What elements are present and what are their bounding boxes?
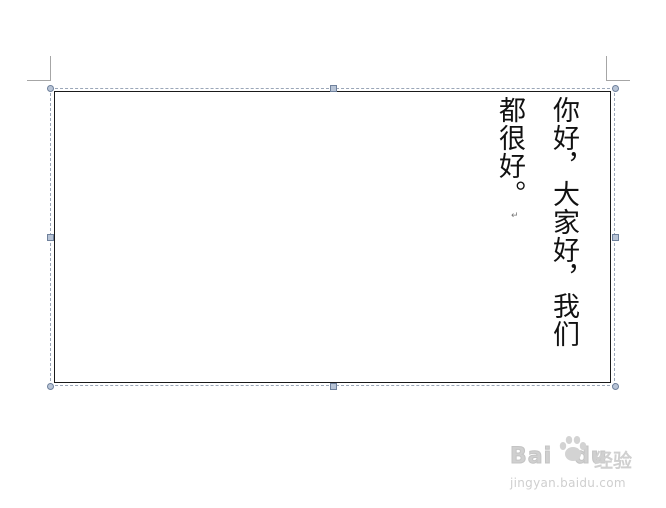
resize-handle-top-right[interactable]: [612, 85, 619, 92]
text-line-2: 都很好。: [494, 96, 525, 208]
watermark-url: jingyan.baidu.com: [510, 476, 626, 490]
crop-mark-top-right-vertical: [606, 56, 607, 81]
crop-mark-top-left-horizontal: [27, 80, 51, 81]
resize-handle-top[interactable]: [330, 85, 337, 92]
vertical-text-box[interactable]: 你好，大家好，我们 都很好。 ↵: [54, 91, 611, 383]
text-box-content[interactable]: 你好，大家好，我们 都很好。: [482, 96, 590, 372]
resize-handle-bottom[interactable]: [330, 383, 337, 390]
resize-handle-left[interactable]: [47, 234, 54, 241]
crop-mark-top-right-horizontal: [606, 80, 630, 81]
resize-handle-right[interactable]: [612, 234, 619, 241]
resize-handle-bottom-right[interactable]: [612, 383, 619, 390]
resize-handle-top-left[interactable]: [47, 85, 54, 92]
resize-handle-bottom-left[interactable]: [47, 383, 54, 390]
paragraph-mark-icon: ↵: [511, 211, 519, 221]
baidu-jingyan-watermark: Bai du 经验 jingyan.baidu.com: [506, 436, 646, 496]
paw-icon: [559, 436, 587, 461]
watermark-suffix: 经验: [594, 450, 633, 472]
text-line-1: 你好，大家好，我们: [548, 96, 579, 348]
crop-mark-top-left-vertical: [50, 56, 51, 81]
